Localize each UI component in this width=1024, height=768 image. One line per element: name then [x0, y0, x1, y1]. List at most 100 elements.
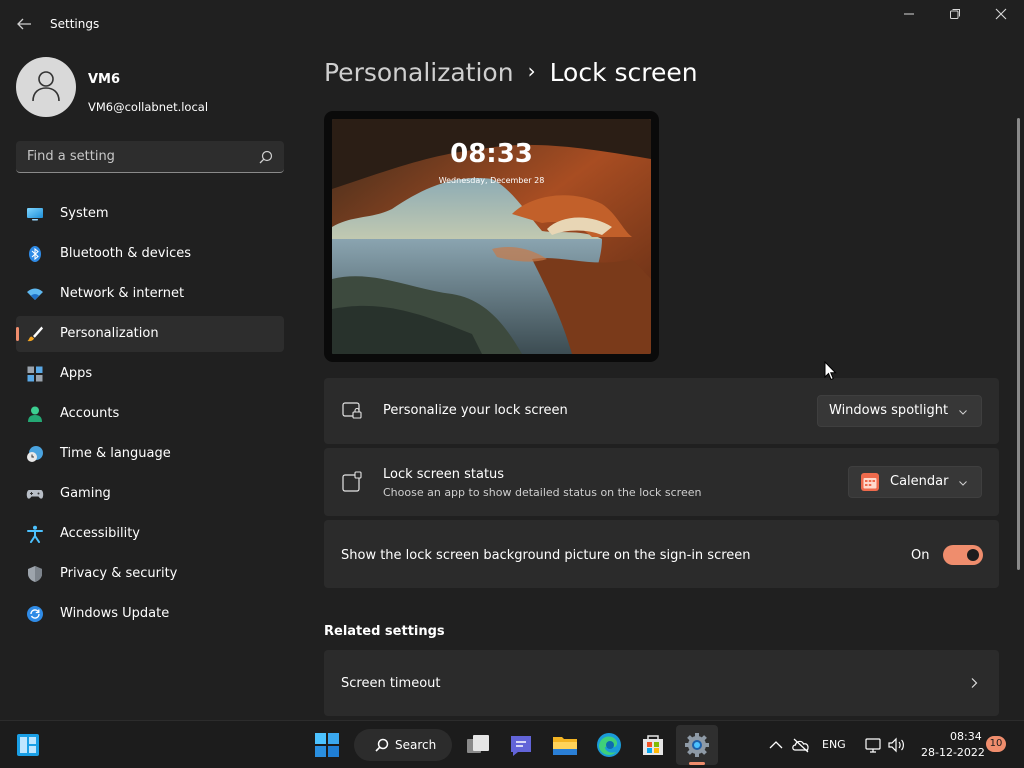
breadcrumb-separator: › — [527, 59, 536, 83]
file-explorer-button[interactable] — [549, 729, 581, 761]
restore-icon — [950, 9, 960, 19]
close-icon — [995, 8, 1007, 20]
mouse-cursor-icon — [824, 361, 837, 381]
language-indicator[interactable]: ENG — [822, 738, 846, 751]
accessibility-icon — [27, 525, 43, 543]
wifi-icon — [27, 288, 43, 300]
title-bar: Settings — [0, 0, 1024, 48]
active-app-indicator — [689, 762, 705, 765]
task-view-button[interactable] — [462, 729, 494, 761]
related-settings-title: Related settings — [324, 624, 445, 639]
app-title: Settings — [50, 17, 100, 31]
notification-badge[interactable]: 10 — [986, 736, 1006, 752]
onedrive-offline-icon[interactable] — [791, 736, 811, 754]
chat-icon — [511, 736, 531, 756]
sidebar-item-time-language[interactable]: Time & language — [16, 436, 284, 472]
signin-background-toggle[interactable] — [943, 545, 983, 565]
toggle-state-label: On — [911, 548, 930, 563]
user-profile[interactable]: VM6 VM6@collabnet.local — [16, 57, 296, 119]
sidebar-item-windows-update[interactable]: Windows Update — [16, 596, 284, 632]
gamepad-icon — [26, 490, 44, 499]
bluetooth-icon — [29, 246, 41, 262]
search-input[interactable] — [16, 141, 252, 172]
widgets-icon — [17, 734, 39, 756]
taskbar-clock[interactable]: 08:34 — [950, 730, 982, 743]
status-title: Lock screen status — [383, 467, 505, 482]
search-icon[interactable] — [258, 149, 274, 165]
profile-email: VM6@collabnet.local — [88, 100, 209, 114]
brush-icon — [27, 326, 43, 342]
preview-background-image: 08:33 Wednesday, December 28 — [332, 119, 651, 354]
lock-screen-preview: 08:33 Wednesday, December 28 — [324, 111, 659, 362]
sidebar-item-network[interactable]: Network & internet — [16, 276, 284, 312]
store-icon — [643, 735, 663, 755]
status-subtitle: Choose an app to show detailed status on… — [383, 486, 702, 499]
nav-list: System Bluetooth & devices Network & int… — [16, 196, 284, 636]
settings-app-button[interactable] — [681, 729, 713, 761]
background-type-dropdown[interactable]: Windows spotlight — [817, 395, 982, 427]
gear-icon — [685, 733, 709, 757]
minimize-button[interactable] — [896, 8, 922, 26]
preview-clock: 08:33 — [450, 139, 533, 169]
microsoft-store-button[interactable] — [637, 729, 669, 761]
lock-screen-icon — [342, 402, 362, 419]
person-icon — [28, 406, 42, 422]
breadcrumb: Personalization › Lock screen — [324, 58, 698, 94]
vertical-scrollbar[interactable] — [1017, 118, 1020, 570]
person-icon — [32, 71, 60, 102]
close-button[interactable] — [988, 8, 1014, 26]
edge-browser-button[interactable] — [593, 729, 625, 761]
sidebar-item-apps[interactable]: Apps — [16, 356, 284, 392]
toggle-knob — [967, 549, 979, 561]
sidebar-item-accounts[interactable]: Accounts — [16, 396, 284, 432]
sidebar-item-accessibility[interactable]: Accessibility — [16, 516, 284, 552]
network-icon[interactable] — [864, 736, 882, 754]
arrow-left-icon — [17, 18, 31, 30]
lock-screen-status-card: Lock screen status Choose an app to show… — [324, 448, 999, 516]
folder-icon — [553, 737, 577, 755]
sidebar-item-bluetooth[interactable]: Bluetooth & devices — [16, 236, 284, 272]
shield-icon — [28, 566, 42, 582]
search-icon — [375, 738, 389, 752]
sidebar-item-gaming[interactable]: Gaming — [16, 476, 284, 512]
taskbar-date[interactable]: 28-12-2022 — [921, 746, 985, 759]
search-box[interactable] — [16, 141, 284, 173]
start-button[interactable] — [311, 729, 343, 761]
windows-logo-icon — [315, 733, 339, 757]
teams-chat-button[interactable] — [505, 729, 537, 761]
apps-icon — [27, 366, 43, 382]
personalize-title: Personalize your lock screen — [383, 403, 568, 418]
chevron-up-icon[interactable] — [768, 738, 784, 752]
task-view-widgets-button[interactable] — [12, 729, 44, 761]
personalize-lock-screen-card: Personalize your lock screen Windows spo… — [324, 378, 999, 444]
calendar-icon — [861, 473, 879, 491]
sidebar-item-personalization[interactable]: Personalization — [16, 316, 284, 352]
globe-clock-icon — [27, 446, 43, 462]
preview-date: Wednesday, December 28 — [438, 176, 545, 185]
task-view-icon — [467, 735, 489, 753]
breadcrumb-parent[interactable]: Personalization — [324, 58, 514, 87]
signin-background-title: Show the lock screen background picture … — [341, 548, 751, 563]
chevron-down-icon — [959, 481, 967, 486]
status-app-dropdown[interactable]: Calendar — [848, 466, 982, 498]
screen-timeout-link[interactable]: Screen timeout — [324, 650, 999, 716]
taskbar: Search ENG 08:34 28-12-2022 — [0, 720, 1024, 768]
update-icon — [27, 606, 43, 622]
edge-icon — [597, 733, 621, 757]
chevron-right-icon — [971, 678, 978, 688]
sidebar-item-privacy[interactable]: Privacy & security — [16, 556, 284, 592]
avatar — [16, 57, 76, 117]
restore-button[interactable] — [942, 8, 968, 26]
page-title: Lock screen — [549, 58, 698, 87]
monitor-icon — [27, 208, 43, 221]
status-app-icon — [342, 471, 362, 492]
volume-icon[interactable] — [887, 736, 907, 754]
taskbar-search-button[interactable]: Search — [354, 729, 452, 761]
profile-name: VM6 — [88, 72, 121, 87]
signin-background-card: Show the lock screen background picture … — [324, 520, 999, 588]
screen-timeout-label: Screen timeout — [341, 676, 441, 691]
chevron-down-icon — [959, 410, 967, 415]
sidebar: VM6 VM6@collabnet.local System Bluetooth… — [0, 48, 300, 720]
back-button[interactable] — [12, 12, 36, 36]
sidebar-item-system[interactable]: System — [16, 196, 284, 232]
